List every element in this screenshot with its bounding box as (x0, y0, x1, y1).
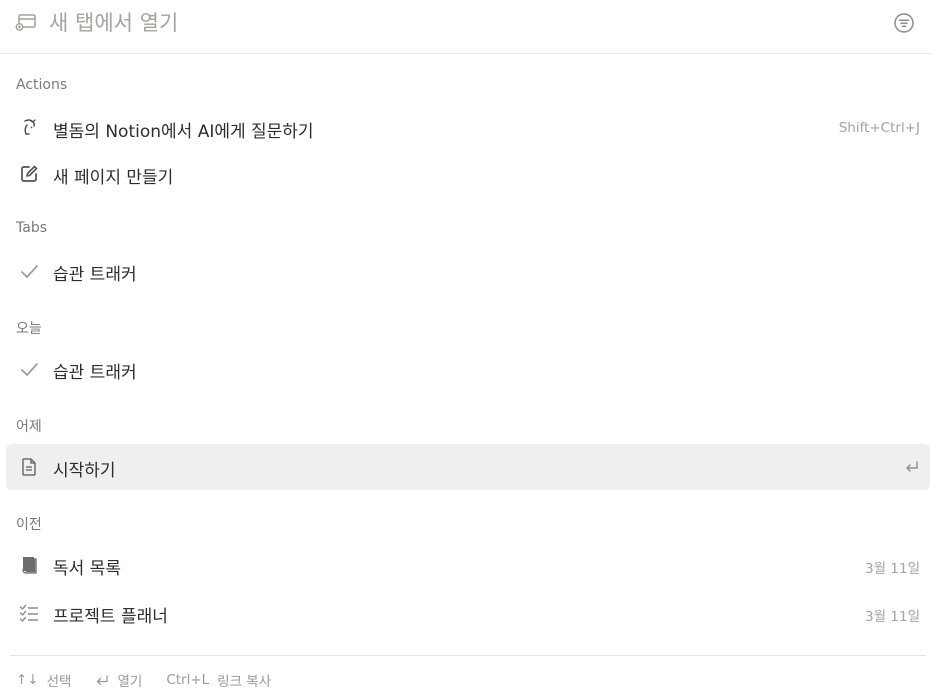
ask-ai-shortcut: Shift+Ctrl+J (838, 120, 920, 136)
select-hint-label: 선택 (46, 674, 72, 690)
select-hint: ↑↓ 선택 (16, 670, 71, 690)
copy-link-key: Ctrl+L (166, 672, 210, 688)
section-header-tabs: Tabs (16, 220, 47, 236)
project-planner-row[interactable]: 프로젝트 플래너 3월 11일 (6, 590, 930, 636)
ai-face-icon (18, 117, 40, 139)
section-header-earlier: 이전 (16, 517, 42, 533)
reading-list-label: 독서 목록 (53, 559, 121, 579)
open-hint-label: 열기 (117, 674, 143, 690)
enter-icon (904, 459, 920, 473)
tab-habit-tracker-row[interactable]: 습관 트래커 (6, 248, 930, 294)
new-page-label: 새 페이지 만들기 (53, 168, 174, 188)
checkmark-icon (18, 260, 40, 282)
ask-ai-label: 별돔의 Notion에서 AI에게 질문하기 (53, 122, 314, 142)
ask-ai-row[interactable]: 별돔의 Notion에서 AI에게 질문하기 Shift+Ctrl+J (6, 105, 930, 151)
reading-list-row[interactable]: 독서 목록 3월 11일 (6, 542, 930, 588)
open-in-new-tab-icon (15, 12, 37, 32)
document-icon (18, 456, 40, 478)
book-icon (18, 554, 40, 576)
today-habit-tracker-label: 습관 트래커 (53, 363, 137, 383)
getting-started-row[interactable]: 시작하기 (6, 444, 930, 490)
filter-icon[interactable] (893, 12, 915, 34)
getting-started-label: 시작하기 (53, 461, 116, 481)
search-bar (0, 0, 932, 54)
section-header-yesterday: 어제 (16, 419, 42, 435)
tab-habit-tracker-label: 습관 트래커 (53, 265, 137, 285)
today-habit-tracker-row[interactable]: 습관 트래커 (6, 346, 930, 392)
footer-divider (10, 655, 926, 656)
arrow-keys-hint: ↑↓ (16, 672, 39, 688)
checkmark-icon (18, 358, 40, 380)
footer-hints: ↑↓ 선택 열기 Ctrl+L 링크 복사 (16, 670, 295, 690)
copy-link-hint: Ctrl+L 링크 복사 (166, 670, 271, 690)
search-input[interactable] (49, 8, 749, 38)
open-hint: 열기 (95, 670, 142, 690)
project-planner-label: 프로젝트 플래너 (53, 607, 168, 627)
checklist-icon (18, 602, 40, 624)
project-planner-date: 3월 11일 (865, 609, 920, 625)
section-header-actions: Actions (16, 77, 68, 93)
section-header-today: 오늘 (16, 321, 42, 337)
reading-list-date: 3월 11일 (865, 561, 920, 577)
new-page-row[interactable]: 새 페이지 만들기 (6, 151, 930, 197)
copy-link-label: 링크 복사 (217, 674, 272, 690)
edit-icon (18, 163, 40, 185)
enter-key-icon (95, 674, 109, 687)
